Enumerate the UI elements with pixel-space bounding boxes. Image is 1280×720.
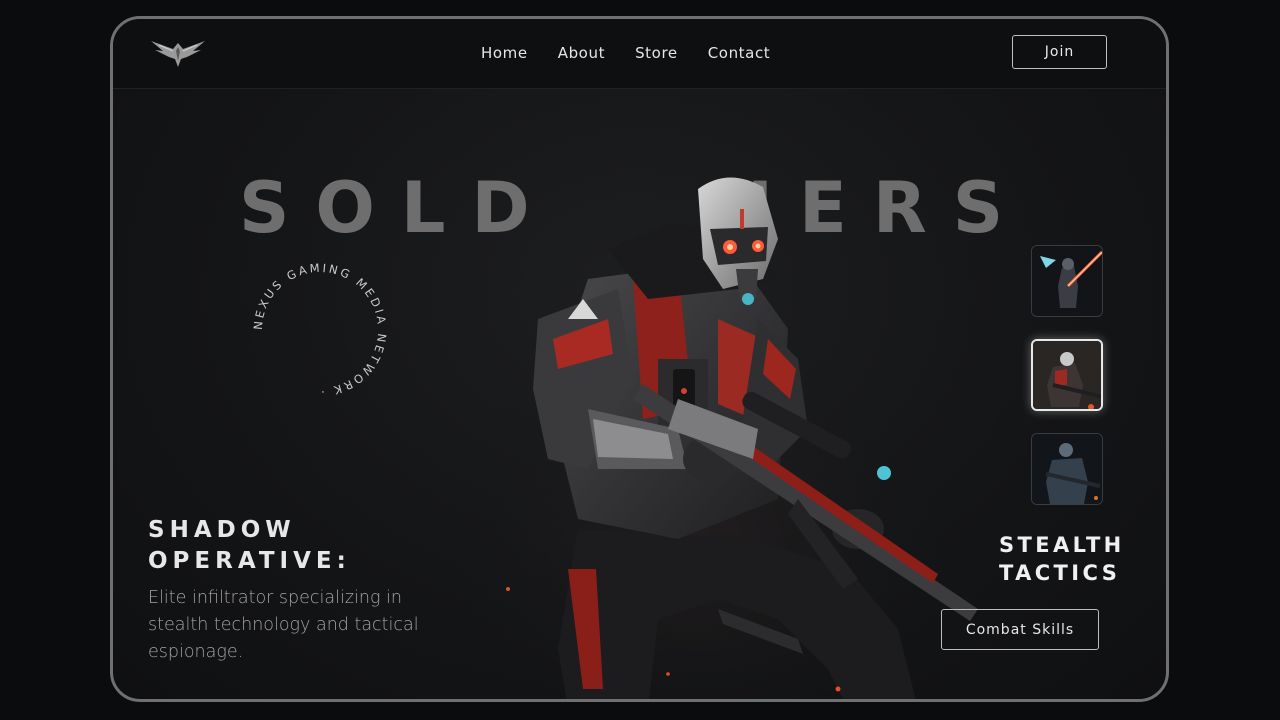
combat-skills-button[interactable]: Combat Skills <box>941 609 1099 650</box>
nav-home-link[interactable]: Home <box>481 44 528 62</box>
top-nav-bar: Home About Store Contact Join <box>113 19 1166 89</box>
join-button[interactable]: Join <box>1012 35 1107 69</box>
nav-about-link[interactable]: About <box>558 44 605 62</box>
ring-text: NEXUS GAMING MEDIA NETWORK · <box>251 261 387 399</box>
tactics-title: STEALTH TACTICS <box>999 531 1125 587</box>
operative-info: SHADOW OPERATIVE: Elite infiltrator spec… <box>148 515 428 666</box>
svg-text:NEXUS GAMING MEDIA NETWORK ·: NEXUS GAMING MEDIA NETWORK · <box>251 261 389 399</box>
operative-title-line2: OPERATIVE: <box>148 548 351 574</box>
hero-frame: Home About Store Contact Join SOLD IERS … <box>110 16 1169 702</box>
shadow-operative-icon <box>1033 341 1101 409</box>
tactics-title-line2: TACTICS <box>999 561 1121 585</box>
thumbnail-shadow-operative[interactable] <box>1031 339 1103 411</box>
thumbnail-blue-soldier[interactable] <box>1031 433 1103 505</box>
soldier-illustration <box>428 177 978 699</box>
laser-warrior-icon <box>1032 246 1102 316</box>
main-nav: Home About Store Contact <box>481 44 770 62</box>
nav-contact-link[interactable]: Contact <box>708 44 771 62</box>
rotating-text-ring: NEXUS GAMING MEDIA NETWORK · <box>251 261 389 399</box>
tactics-title-line1: STEALTH <box>999 533 1125 557</box>
eagle-logo-icon[interactable] <box>147 37 209 71</box>
blue-soldier-icon <box>1032 434 1102 504</box>
operative-description: Elite infiltrator specializing in stealt… <box>148 588 419 662</box>
thumbnail-laser-warrior[interactable] <box>1031 245 1103 317</box>
nav-store-link[interactable]: Store <box>635 44 678 62</box>
operative-title-line1: SHADOW <box>148 517 296 543</box>
